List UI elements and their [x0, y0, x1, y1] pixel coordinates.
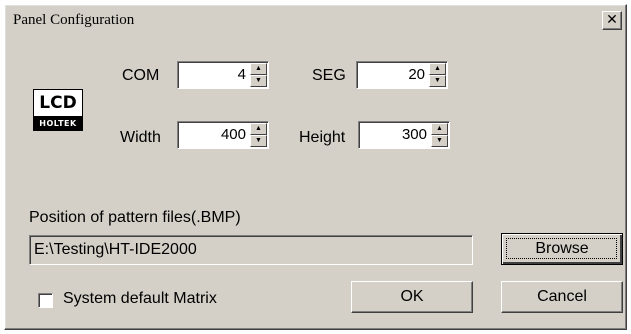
lcd-holtek-logo: LCD HOLTEK — [33, 89, 83, 137]
pattern-path-value: E:\Testing\HT-IDE2000 — [34, 241, 197, 258]
pattern-files-label: Position of pattern files(.BMP) — [29, 209, 241, 226]
cancel-button-label: Cancel — [537, 288, 587, 305]
height-spin-buttons: ▲ ▼ — [431, 123, 448, 147]
height-down-arrow-icon[interactable]: ▼ — [431, 135, 448, 147]
logo-lcd-text: LCD — [33, 89, 83, 117]
seg-spin-buttons: ▲ ▼ — [429, 63, 446, 87]
width-spin-buttons: ▲ ▼ — [250, 123, 267, 147]
seg-down-arrow-icon[interactable]: ▼ — [429, 75, 446, 87]
width-up-arrow-icon[interactable]: ▲ — [250, 123, 267, 135]
com-spin-buttons: ▲ ▼ — [250, 63, 267, 87]
height-up-arrow-icon[interactable]: ▲ — [431, 123, 448, 135]
seg-stepper[interactable]: 20 ▲ ▼ — [356, 61, 448, 89]
height-label: Height — [299, 129, 346, 146]
com-label: COM — [122, 67, 160, 84]
width-down-arrow-icon[interactable]: ▼ — [250, 135, 267, 147]
height-stepper[interactable]: 300 ▲ ▼ — [358, 121, 450, 149]
close-button[interactable]: ✕ — [602, 11, 622, 30]
width-label: Width — [120, 129, 161, 146]
com-down-arrow-icon[interactable]: ▼ — [250, 75, 267, 87]
width-value[interactable]: 400 — [221, 122, 246, 147]
ok-button[interactable]: OK — [351, 281, 473, 313]
com-stepper[interactable]: 4 ▲ ▼ — [177, 61, 269, 89]
close-icon: ✕ — [606, 12, 618, 28]
system-default-matrix-label[interactable]: System default Matrix — [63, 290, 217, 308]
window-title: Panel Configuration — [13, 12, 135, 28]
seg-label: SEG — [312, 67, 346, 84]
seg-value[interactable]: 20 — [408, 62, 425, 87]
com-up-arrow-icon[interactable]: ▲ — [250, 63, 267, 75]
height-value[interactable]: 300 — [402, 122, 427, 147]
com-value[interactable]: 4 — [238, 62, 246, 87]
browse-button[interactable]: Browse — [501, 233, 623, 265]
logo-holtek-text: HOLTEK — [33, 117, 83, 131]
panel-configuration-dialog: Panel Configuration ✕ LCD HOLTEK COM 4 ▲… — [4, 4, 627, 330]
width-stepper[interactable]: 400 ▲ ▼ — [177, 121, 269, 149]
title-bar[interactable]: Panel Configuration ✕ — [7, 7, 624, 33]
pattern-path-field[interactable]: E:\Testing\HT-IDE2000 — [29, 235, 473, 265]
cancel-button[interactable]: Cancel — [501, 281, 623, 313]
ok-button-label: OK — [400, 288, 424, 305]
focus-indicator — [506, 238, 617, 259]
system-default-matrix-checkbox[interactable] — [38, 293, 53, 308]
seg-up-arrow-icon[interactable]: ▲ — [429, 63, 446, 75]
